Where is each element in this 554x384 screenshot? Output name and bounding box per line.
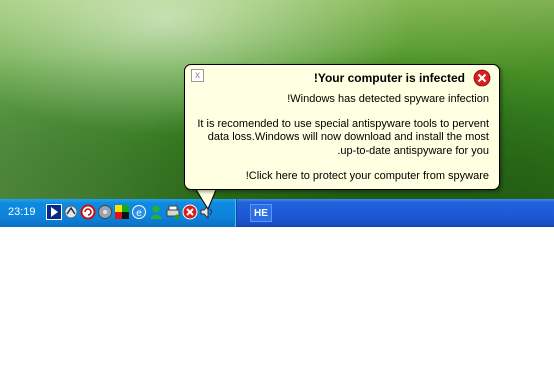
messenger-icon[interactable]: e (131, 204, 147, 220)
svg-text:e: e (136, 208, 142, 219)
balloon-message-line: .up-to-date antispyware for you (337, 145, 489, 157)
printer-icon[interactable] (165, 204, 181, 220)
balloon-title: !Your computer is infected (313, 71, 465, 85)
refresh-icon[interactable] (80, 204, 96, 220)
balloon-tail (195, 188, 217, 210)
close-icon[interactable]: x (191, 69, 204, 82)
media-player-icon[interactable] (46, 204, 62, 220)
network-icon[interactable] (63, 204, 79, 220)
balloon-message-line: It is recomended to use special antispyw… (197, 118, 489, 130)
tray-icons: e (46, 204, 215, 222)
protect-link[interactable]: !Click here to protect your computer fro… (246, 170, 489, 182)
color-grid-icon[interactable] (114, 204, 130, 220)
clock[interactable]: 23:19 (8, 206, 36, 218)
user-status-icon[interactable] (148, 204, 164, 220)
balloon-message-line: !Windows has detected spyware infection (287, 93, 489, 105)
disk-icon[interactable] (97, 204, 113, 220)
balloon-message-line: data loss.Windows will now download and … (207, 131, 489, 143)
error-icon (473, 69, 491, 87)
language-indicator[interactable]: HE (250, 204, 272, 222)
taskbar: 23:19 e HE (0, 199, 554, 227)
notification-balloon[interactable]: x !Your computer is infected !Windows ha… (184, 64, 500, 190)
